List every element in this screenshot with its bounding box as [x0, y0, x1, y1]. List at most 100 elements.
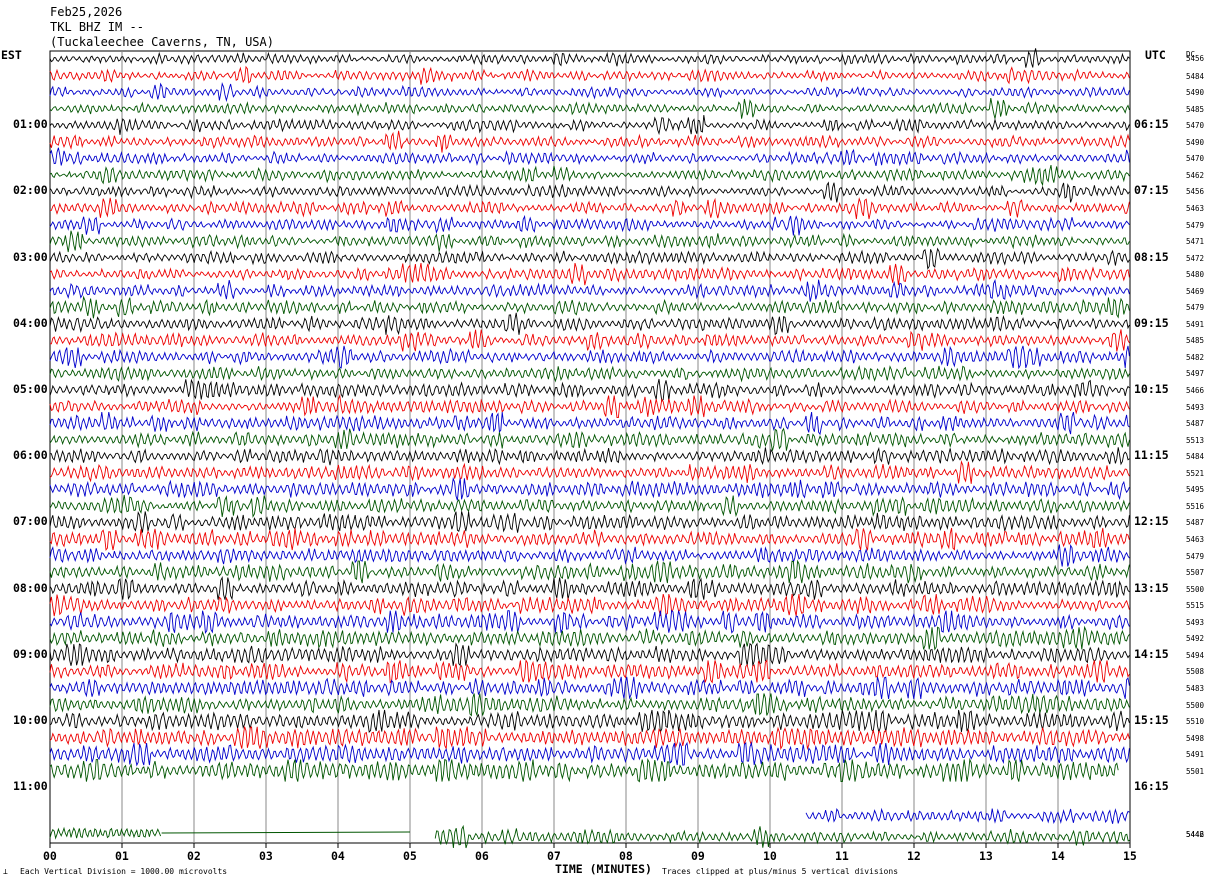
seismic-trace: [49, 364, 1130, 383]
dc-offset-value: 5501: [1186, 766, 1205, 776]
seismic-trace: [49, 247, 1130, 270]
hour-label-right: 11:15: [1134, 448, 1169, 463]
seismic-trace: [49, 543, 1130, 567]
scale-icon: ⟂: [3, 867, 8, 876]
seismic-trace: [49, 593, 1130, 617]
hour-label-right: 08:15: [1134, 249, 1169, 264]
dc-offset-value: 5472: [1186, 253, 1205, 263]
seismic-trace: [49, 460, 1130, 484]
dc-offset-value: 5492: [1186, 634, 1205, 644]
x-tick-label: 02: [187, 849, 201, 863]
hour-label-left: 06:00: [13, 448, 48, 463]
dc-offset-value: 5515: [1186, 601, 1205, 611]
dc-offset-value: 5463: [1186, 535, 1205, 544]
x-axis-label: TIME (MINUTES): [555, 862, 652, 876]
hour-label-right: 12:15: [1134, 514, 1169, 529]
dc-offset-value: 5513: [1186, 435, 1205, 445]
x-tick-label: 12: [907, 849, 921, 863]
seismic-trace: [49, 214, 1130, 236]
hour-label-left: 01:00: [13, 117, 48, 132]
hour-label-left: 03:00: [13, 249, 48, 264]
dc-offset-value: 5493: [1186, 402, 1205, 412]
seismic-trace: [434, 824, 1130, 849]
seismic-trace: [49, 147, 1130, 167]
dc-offset-value: 5462: [1186, 170, 1205, 180]
dc-offset-value: 5497: [1186, 369, 1205, 379]
dc-offset-value: 5442: [1186, 830, 1205, 839]
x-tick-label: 04: [331, 849, 345, 863]
hour-label-right: 15:15: [1134, 713, 1169, 727]
dc-offset-value: 5463: [1186, 204, 1205, 213]
hour-label-right: 13:15: [1134, 580, 1169, 595]
dc-offset-value: 5498: [1186, 733, 1205, 743]
dc-offset-value: 5479: [1186, 303, 1205, 313]
seismic-trace: [49, 609, 1130, 634]
x-tick-label: 10: [763, 849, 777, 863]
x-tick-label: 00: [43, 849, 57, 863]
seismic-trace: [50, 446, 1130, 466]
seismic-trace: [49, 393, 1130, 419]
dc-offset-value: 5483: [1186, 683, 1205, 693]
hour-label-left: 04:00: [13, 315, 48, 330]
footer-clip-note: Traces clipped at plus/minus 5 vertical …: [662, 867, 899, 876]
dc-offset-value: 5493: [1186, 617, 1205, 627]
seismic-trace: [49, 130, 1130, 153]
dc-offset-value: 5469: [1186, 286, 1205, 296]
seismic-trace: [49, 658, 1130, 684]
hour-label-right: 14:15: [1134, 646, 1169, 661]
dc-offset-value: 5487: [1186, 419, 1205, 429]
hour-label-left: 08:00: [13, 580, 48, 595]
seismic-trace: [49, 757, 1119, 783]
seismic-trace: [49, 575, 1130, 601]
dc-offset-value: 5500: [1186, 584, 1205, 594]
seismic-trace: [50, 329, 1130, 352]
seismic-trace: [49, 164, 1130, 187]
seismic-trace: [49, 494, 1130, 519]
dc-offset-value: 5479: [1186, 220, 1205, 230]
x-tick-label: 09: [691, 849, 705, 863]
hour-label-left: 09:00: [13, 646, 48, 661]
dc-offset-value: 5516: [1186, 501, 1205, 511]
dc-offset-value: 5491: [1186, 319, 1205, 329]
seismic-trace: [49, 642, 1130, 667]
dc-offset-value: 5470: [1186, 154, 1205, 164]
x-tick-label: 05: [403, 849, 417, 863]
seismic-trace: [49, 65, 1130, 85]
seismic-trace: [49, 378, 1130, 402]
seismic-trace: [49, 115, 1130, 136]
hour-label-right: 10:15: [1134, 382, 1169, 396]
seismogram-plot: [49, 48, 1131, 849]
x-tick-label: 06: [475, 849, 489, 863]
dc-offset-value: 5466: [1186, 386, 1205, 395]
dc-offset-value: 5521: [1186, 468, 1205, 478]
seismic-trace: [49, 411, 1130, 436]
seismic-trace: [49, 693, 1130, 717]
dc-offset-value: 5508: [1186, 667, 1205, 677]
hour-label-right: 16:15: [1134, 779, 1169, 794]
seismic-trace: [49, 181, 1130, 203]
dc-offset-value: 5490: [1186, 88, 1205, 98]
x-tick-label: 11: [835, 849, 849, 863]
seismic-trace: [805, 807, 1130, 825]
x-tick-label: 13: [979, 849, 993, 863]
dc-offset-value: 5494: [1186, 650, 1205, 660]
hour-label-left: 11:00: [13, 779, 48, 794]
x-tick-label: 14: [1051, 849, 1065, 863]
seismic-trace: [49, 82, 1130, 103]
dc-offset-value: 5500: [1186, 700, 1205, 710]
seismic-trace: [49, 709, 1130, 734]
hour-label-left: 10:00: [13, 713, 48, 727]
dc-offset-value: 5470: [1186, 121, 1205, 131]
hour-label-left: 07:00: [13, 514, 48, 529]
dc-offset-value: 5485: [1186, 104, 1205, 114]
footer-scale-note: Each Vertical Division = 1000.00 microvo…: [20, 867, 228, 876]
dc-offset-value: 5490: [1186, 137, 1205, 147]
x-tick-label: 01: [115, 849, 129, 863]
seismic-trace: [49, 676, 1130, 700]
hour-label-left: 05:00: [13, 382, 48, 396]
x-tick-label: 03: [259, 849, 273, 863]
hour-label-left: 02:00: [13, 183, 48, 198]
hour-label-right: 06:15: [1134, 117, 1169, 132]
seismic-trace: [49, 559, 1130, 584]
seismic-trace: [49, 278, 1130, 302]
